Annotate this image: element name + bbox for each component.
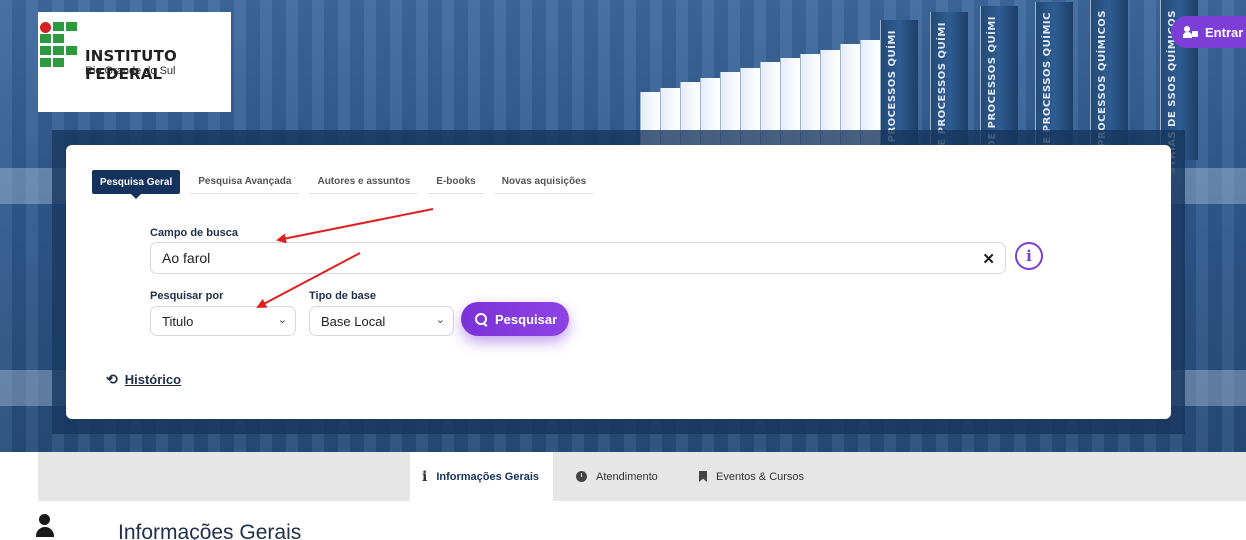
chevron-down-icon: ⌄ — [435, 314, 445, 326]
tab-label: Eventos & Cursos — [716, 470, 805, 483]
logo-mark-icon — [40, 22, 80, 74]
base-type-value: Base Local — [321, 313, 386, 329]
close-icon[interactable]: ✕ — [982, 250, 995, 268]
search-field-label: Campo de busca — [150, 227, 239, 239]
search-button-label: Pesquisar — [495, 311, 558, 327]
person-icon — [36, 514, 54, 540]
tab-informacoes-gerais[interactable]: i Informações Gerais — [410, 452, 554, 501]
tab-pesquisa-geral[interactable]: Pesquisa Geral — [92, 170, 181, 199]
search-input-value: Ao farol — [162, 250, 211, 266]
search-by-value: Titulo — [162, 313, 194, 329]
tab-label: Atendimento — [596, 470, 658, 483]
login-button[interactable]: Entrar — [1171, 16, 1246, 48]
tab-eventos-cursos[interactable]: Eventos & Cursos — [699, 452, 804, 501]
search-button[interactable]: Pesquisar — [461, 302, 569, 336]
tab-atendimento[interactable]: Atendimento — [576, 452, 658, 501]
tab-autores-assuntos[interactable]: Autores e assuntos — [309, 170, 419, 194]
login-label: Entrar — [1205, 24, 1244, 40]
info-tabs-bar: i Informações Gerais Atendimento Eventos… — [38, 452, 1246, 501]
clock-icon — [576, 471, 587, 482]
chevron-down-icon: ⌄ — [277, 314, 287, 326]
search-input[interactable]: Ao farol ✕ — [150, 242, 1006, 274]
info-icon[interactable]: i — [1015, 242, 1043, 270]
tab-novas-aquisicoes[interactable]: Novas aquisições — [493, 170, 595, 194]
base-type-label: Tipo de base — [309, 290, 377, 302]
page: NDÚSTRIAS DE PROCESSOS QUÍMI NDÚSTRIAS D… — [0, 0, 1246, 540]
tab-pesquisa-avancada[interactable]: Pesquisa Avançada — [190, 170, 300, 194]
search-tabs: Pesquisa Geral Pesquisa Avançada Autores… — [92, 170, 604, 199]
base-type-select[interactable]: Base Local ⌄ — [309, 306, 454, 336]
search-by-label: Pesquisar por — [150, 290, 224, 302]
info-icon: i — [422, 468, 428, 485]
history-icon: ⟲ — [106, 371, 118, 387]
search-by-select[interactable]: Titulo ⌄ — [150, 306, 296, 336]
section-title: Informações Gerais — [118, 521, 302, 540]
search-icon — [475, 312, 488, 326]
bookmark-icon — [699, 471, 707, 482]
institution-logo[interactable]: INSTITUTO FEDERAL Rio Grande do Sul — [38, 12, 231, 112]
history-link[interactable]: ⟲ Histórico — [106, 371, 181, 388]
tab-ebooks[interactable]: E-books — [428, 170, 484, 194]
search-card: Pesquisa Geral Pesquisa Avançada Autores… — [66, 145, 1171, 419]
tab-label: Informações Gerais — [436, 470, 540, 483]
user-lock-icon — [1183, 26, 1199, 38]
logo-subtitle: Rio Grande do Sul — [85, 65, 176, 77]
history-label: Histórico — [124, 372, 182, 387]
